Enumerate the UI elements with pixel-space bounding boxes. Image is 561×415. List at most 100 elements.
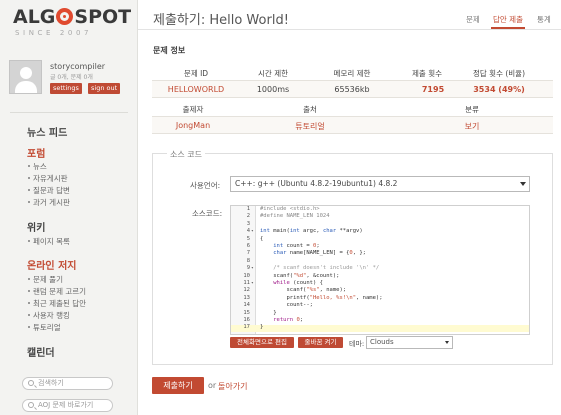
line-number: 3 xyxy=(246,220,250,227)
line-number: 6 xyxy=(246,243,250,249)
code-line: scanf("%s", name); xyxy=(260,287,347,294)
divider xyxy=(10,112,128,113)
col-header-category: 분류 xyxy=(465,105,479,114)
bullet-icon xyxy=(28,177,30,179)
nav-item-news[interactable]: 뉴스 xyxy=(28,161,47,172)
fold-toggle-icon[interactable]: ▾ xyxy=(251,265,254,272)
code-line: char name[NAME_LEN] = {0, }; xyxy=(273,250,366,257)
algospot-logo[interactable]: ALG SPOT xyxy=(13,6,131,28)
search-icon xyxy=(28,380,34,386)
since-tagline: SINCE 2007 xyxy=(15,29,93,37)
time-limit-value: 1000ms xyxy=(256,85,290,94)
page-title: 제출하기: Hello World! xyxy=(153,13,289,28)
memory-limit-value: 65536kb xyxy=(334,85,370,94)
code-line: #define NAME_LEN 1024 xyxy=(260,213,330,220)
code-editor[interactable]: 1 2 3 4 5 6 7 8 9 10 11 12 13 14 15 16 1… xyxy=(230,205,530,335)
code-line: #include <stdio.h> xyxy=(260,206,320,212)
source-link[interactable]: 튜토리얼 xyxy=(295,121,324,132)
line-wrap-toggle-button[interactable]: 줄바꿈 켜기 xyxy=(298,337,343,348)
line-number: 2 xyxy=(246,213,250,220)
tab-stats[interactable]: 통계 xyxy=(537,14,551,25)
author-link[interactable]: JongMan xyxy=(176,121,210,130)
code-line: while (count) { xyxy=(273,280,323,286)
line-number: 9 xyxy=(246,265,250,272)
code-line: scanf("%d", &count); xyxy=(260,272,340,279)
line-number: 15 xyxy=(243,309,250,316)
bullet-icon xyxy=(28,201,30,203)
line-number: 12 xyxy=(243,287,250,294)
nav-item-recent-submissions[interactable]: 최근 제출된 답안 xyxy=(28,298,86,309)
nav-item-random-problem[interactable]: 랜덤 문제 고르기 xyxy=(28,286,86,297)
chevron-down-icon xyxy=(445,341,449,344)
fullscreen-edit-button[interactable]: 전체화면으로 편집 xyxy=(230,337,294,348)
submissions-value: 7195 xyxy=(421,85,445,94)
search-input[interactable]: 검색하기 xyxy=(22,377,113,390)
fold-toggle-icon[interactable]: ▾ xyxy=(251,228,254,235)
or-text: or xyxy=(208,381,217,390)
code-line: return 0; xyxy=(273,317,304,323)
nav-wiki-title[interactable]: 위키 xyxy=(27,219,45,234)
bullet-icon xyxy=(28,302,30,304)
nav-judge-title[interactable]: 온라인 저지 xyxy=(27,257,76,272)
line-number: 14 xyxy=(243,302,250,309)
language-label: 사용언어: xyxy=(190,181,221,190)
bullet-icon xyxy=(28,326,30,328)
problem-info-heading: 문제 정보 xyxy=(153,46,186,55)
code-line: count--; xyxy=(260,302,313,309)
line-number: 7 xyxy=(246,250,250,257)
language-select[interactable]: C++: g++ (Ubuntu 4.8.2-19ubuntu1) 4.8.2 xyxy=(230,176,530,192)
nav-item-old-board[interactable]: 과거 게시판 xyxy=(28,197,70,208)
username-link[interactable]: storycompiler xyxy=(50,62,105,71)
nav-item-user-ranking[interactable]: 사용자 랭킹 xyxy=(28,310,70,321)
sign-out-button[interactable]: sign out xyxy=(88,83,121,94)
code-line: { xyxy=(260,235,264,242)
col-header-author: 출제자 xyxy=(182,105,204,114)
line-number: 4 xyxy=(246,228,250,235)
code-line: /* scanf doesn't include '\n' */ xyxy=(273,265,380,272)
back-link[interactable]: 돌아가기 xyxy=(218,381,247,392)
line-number: 16 xyxy=(243,317,250,323)
col-header-submissions: 제출 횟수 xyxy=(412,69,442,78)
user-stats: 글 0개, 문제 0개 xyxy=(50,74,93,81)
nav-item-solve-problems[interactable]: 문제 풀기 xyxy=(28,274,63,285)
nav-item-free-board[interactable]: 자유게시판 xyxy=(28,173,68,184)
nav-item-page-list[interactable]: 페이지 목록 xyxy=(28,236,70,247)
theme-select[interactable]: Clouds xyxy=(366,336,453,349)
header-divider xyxy=(138,29,561,30)
line-number: 17 xyxy=(243,324,250,331)
tab-problem[interactable]: 문제 xyxy=(466,14,480,25)
search-icon xyxy=(28,402,34,408)
problem-id-link[interactable]: HELLOWORLD xyxy=(168,85,224,94)
logo-text-right: SPOT xyxy=(74,6,132,28)
problem-goto-input[interactable]: AOJ 문제 바로가기 xyxy=(22,399,113,412)
tab-submit[interactable]: 답안 제출 xyxy=(493,14,523,25)
col-header-source: 출처 xyxy=(303,105,317,114)
nav-calendar[interactable]: 캘린더 xyxy=(27,344,55,359)
line-number: 10 xyxy=(243,272,250,279)
sidebar: ALG SPOT SINCE 2007 storycompiler 글 0개, 문… xyxy=(0,0,138,415)
code-line: } xyxy=(260,309,277,316)
code-line: printf("Hello, %s!\n", name); xyxy=(260,294,383,301)
code-line: } xyxy=(260,324,264,331)
nav-item-tutorial[interactable]: 튜토리얼 xyxy=(28,322,61,333)
col-header-accepted: 정답 횟수 (비율) xyxy=(472,69,526,78)
code-line: int count = 0; xyxy=(273,243,320,249)
category-show-link[interactable]: 보기 xyxy=(465,121,480,132)
col-header-problem-id: 문제 ID xyxy=(183,69,209,78)
fold-toggle-icon[interactable]: ▾ xyxy=(251,280,254,287)
user-profile: storycompiler 글 0개, 문제 0개 settings sign … xyxy=(9,60,129,102)
code-line: int main(int argc, char **argv) xyxy=(260,228,363,235)
logo-text-left: ALG xyxy=(13,6,56,28)
bullet-icon xyxy=(28,314,30,316)
nav-item-qna[interactable]: 질문과 답변 xyxy=(28,185,70,196)
submit-button[interactable]: 제출하기 xyxy=(152,377,204,394)
nav-forum-title[interactable]: 포럼 xyxy=(27,145,45,160)
settings-button[interactable]: settings xyxy=(50,83,82,94)
nav-news-feed[interactable]: 뉴스 피드 xyxy=(27,124,67,139)
line-number: 8 xyxy=(246,257,250,264)
accepted-value: 3534 (49%) xyxy=(473,85,525,94)
line-number: 11 xyxy=(243,280,250,286)
avatar-icon[interactable] xyxy=(9,60,42,94)
